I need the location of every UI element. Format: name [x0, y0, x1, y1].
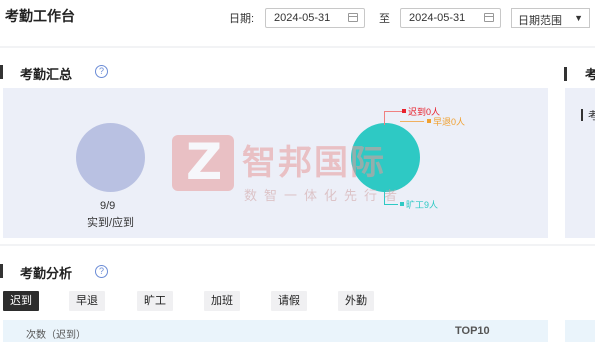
summary-title: 考勤汇总 [20, 67, 73, 82]
chevron-down-icon: ▼ [574, 13, 583, 23]
brand-slogan: 数智一体化先行者 [244, 188, 405, 203]
tab-field-work[interactable]: 外勤 [338, 291, 374, 311]
brand-logo-letter: Z [186, 133, 223, 191]
leader-line [384, 111, 385, 125]
divider [0, 46, 595, 48]
page-title: 考勤工作台 [5, 8, 75, 24]
calendar-icon[interactable] [348, 13, 358, 22]
tab-early-leave[interactable]: 早退 [69, 291, 105, 311]
leader-line [384, 111, 402, 112]
table-header: 次数（迟到） TOP10 [3, 320, 548, 342]
start-date-value: 2024-05-31 [274, 12, 331, 24]
top10-column-header: TOP10 [455, 325, 490, 337]
question-circle-icon[interactable]: ? [95, 265, 108, 278]
attendance-donut [76, 123, 145, 192]
right-section-title: 考 [585, 67, 595, 82]
summary-header: 考勤汇总 ? [0, 61, 200, 83]
date-label: 日期: [229, 13, 255, 25]
right-table-header [565, 320, 595, 342]
late-legend-dot [402, 109, 406, 113]
date-separator: 至 [379, 13, 390, 25]
divider [0, 244, 595, 246]
section-marker [564, 67, 567, 81]
section-marker [0, 65, 3, 79]
tab-late[interactable]: 迟到 [3, 291, 39, 311]
early-leave-legend-dot [427, 119, 431, 123]
count-column-header: 次数（迟到） [26, 330, 86, 341]
tab-overtime[interactable]: 加班 [204, 291, 240, 311]
calendar-icon[interactable] [484, 13, 494, 22]
date-range-select[interactable]: 日期范围 ▼ [511, 8, 590, 28]
end-date-value: 2024-05-31 [409, 12, 466, 24]
attendance-value: 9/9 [100, 200, 116, 212]
early-leave-legend-label: 早退0人 [433, 117, 466, 127]
brand-watermark: Z 智邦国际 数智一体化先行者 [172, 133, 432, 205]
leader-line [400, 121, 424, 122]
analysis-title: 考勤分析 [20, 266, 73, 281]
date-range-value: 日期范围 [518, 15, 562, 27]
question-circle-icon[interactable]: ? [95, 65, 108, 78]
analysis-header: 考勤分析 ? [0, 260, 200, 282]
section-marker [581, 109, 583, 121]
right-inner-label: 考 [588, 110, 595, 122]
brand-name: 智邦国际 [242, 143, 386, 183]
top-bar: 考勤工作台 日期: 2024-05-31 至 2024-05-31 日期范围 ▼ [0, 0, 595, 46]
tab-leave[interactable]: 请假 [271, 291, 307, 311]
end-date-field[interactable]: 2024-05-31 [400, 8, 501, 28]
tab-absence[interactable]: 旷工 [137, 291, 173, 311]
brand-logo-icon: Z [172, 133, 234, 191]
attendance-label: 实到/应到 [87, 217, 135, 229]
start-date-field[interactable]: 2024-05-31 [265, 8, 365, 28]
section-marker [0, 264, 3, 278]
